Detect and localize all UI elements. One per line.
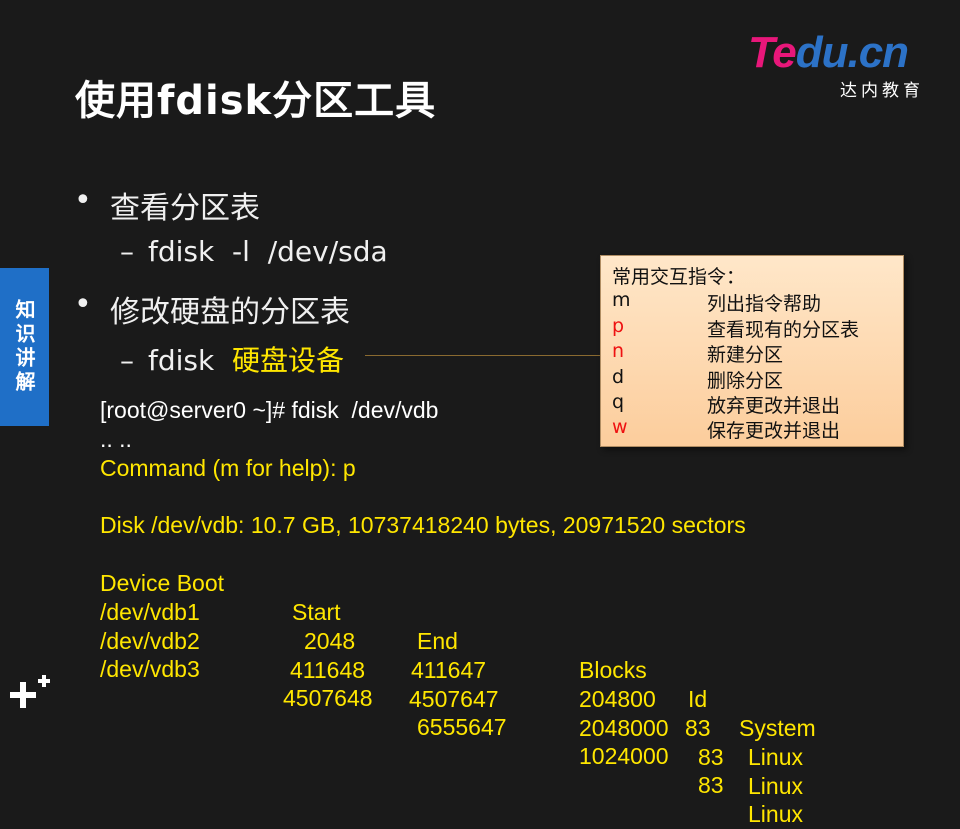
cell-id: 83: [698, 744, 724, 770]
callout-connector: [365, 355, 600, 356]
cell-id: 83: [685, 715, 711, 741]
partition-row: /dev/vdb2 411648 4507647 2048000 83 Linu…: [100, 598, 860, 799]
cell-blocks: 204800: [579, 686, 656, 712]
bullet-dot: •: [74, 183, 92, 218]
command-key: n: [612, 340, 625, 362]
logo-subtitle: 达内教育: [840, 81, 924, 101]
cell-system: Linux: [748, 801, 803, 827]
terminal-prompt-line: [root@server0 ~]# fdisk /dev/vdb: [100, 397, 439, 423]
commands-callout: 常用交互指令： m 列出指令帮助 p 查看现有的分区表 n 新建分区 d 删除分…: [600, 255, 904, 447]
cell-id: 83: [698, 772, 724, 798]
command-desc: 保存更改并退出: [707, 420, 841, 442]
header-system: System: [739, 715, 816, 741]
cell-start: 4507648: [283, 685, 373, 711]
command-desc: 新建分区: [707, 344, 784, 366]
bullet-dot: •: [74, 287, 92, 322]
command-desc: 放弃更改并退出: [707, 395, 841, 417]
dash: –: [120, 235, 134, 268]
cell-system: Linux: [748, 773, 803, 799]
cell-end: 4507647: [409, 686, 499, 712]
command-key: m: [612, 289, 631, 311]
side-tab-label: 知识讲解: [12, 299, 36, 395]
highlight-text: 硬盘设备: [232, 344, 345, 377]
sub-bullet-fdisk-l: – fdisk -l /dev/sda: [120, 235, 388, 268]
command-key: d: [612, 366, 625, 388]
header-id: Id: [688, 686, 708, 712]
cell-end: 6555647: [417, 714, 507, 740]
command-key: q: [612, 391, 625, 413]
partition-row: /dev/vdb1 2048 411647 204800 83 Linux: [100, 569, 860, 770]
cell-blocks: 2048000: [579, 715, 669, 741]
sub-bullet-text: fdisk: [148, 344, 215, 377]
command-key: w: [612, 416, 628, 438]
header-blocks: Blocks: [579, 657, 647, 683]
cell-start: 411648: [290, 657, 366, 683]
tedu-logo: Tedu.cn 达内教育: [748, 28, 928, 101]
command-desc: 列出指令帮助: [707, 293, 822, 315]
logo-wordmark: Tedu.cn: [748, 28, 909, 77]
bullet-modify-partition: • 修改硬盘的分区表: [74, 287, 350, 331]
bullet-text: 查看分区表: [110, 191, 260, 226]
cell-system: Linux: [748, 744, 803, 770]
dash: –: [120, 344, 134, 377]
partition-table-header: Device Boot Start End Blocks Id System: [100, 540, 860, 741]
callout-heading: 常用交互指令：: [612, 266, 746, 288]
cell-end: 411647: [411, 657, 487, 683]
cell-device: /dev/vdb3: [100, 656, 200, 682]
plus-icon: [10, 675, 50, 708]
terminal-disk-info: Disk /dev/vdb: 10.7 GB, 10737418240 byte…: [100, 512, 746, 538]
side-tab: 知识讲解: [0, 268, 49, 426]
command-desc: 删除分区: [707, 370, 784, 392]
terminal-ellipsis: .. ..: [100, 426, 132, 452]
bullet-text: 修改硬盘的分区表: [110, 295, 350, 330]
bullet-view-partition: • 查看分区表: [74, 183, 260, 227]
terminal-command-line: Command (m for help): p: [100, 455, 356, 481]
page-title: 使用fdisk分区工具: [75, 78, 437, 124]
partition-row: /dev/vdb3 4507648 6555647 1024000 83 Lin…: [100, 626, 860, 827]
command-desc: 查看现有的分区表: [707, 319, 860, 341]
command-key: p: [612, 315, 625, 337]
sub-bullet-text: fdisk -l /dev/sda: [148, 235, 388, 268]
cell-blocks: 1024000: [579, 743, 669, 769]
sub-bullet-fdisk-device: – fdisk 硬盘设备: [120, 339, 344, 379]
